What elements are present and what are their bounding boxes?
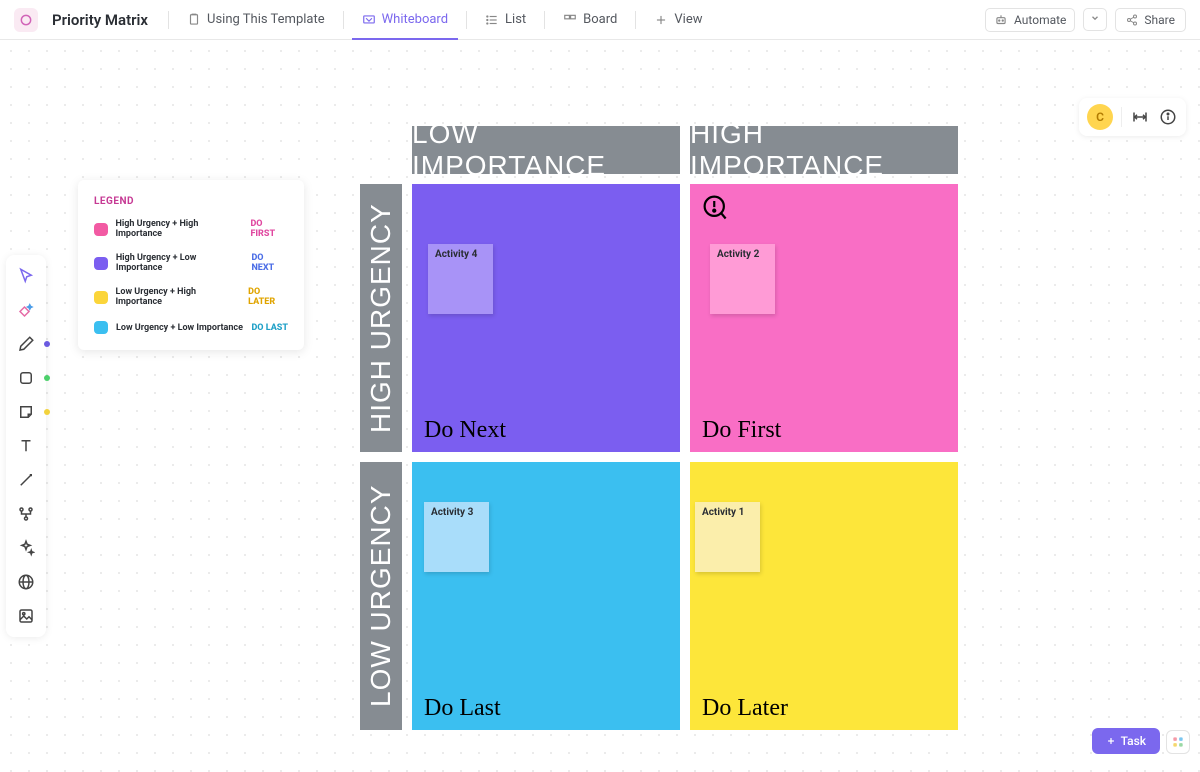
- automate-label: Automate: [1014, 13, 1066, 27]
- priority-matrix: LOW IMPORTANCE HIGH IMPORTANCE HIGH URGE…: [360, 126, 958, 730]
- quadrant-label: Do First: [702, 417, 781, 444]
- sparkles-icon: [17, 539, 35, 557]
- plus-icon: [1106, 736, 1116, 746]
- whiteboard-icon: [362, 13, 376, 27]
- tool-ai[interactable]: [11, 533, 41, 563]
- quadrant-do-last[interactable]: Activity 3 Do Last: [412, 462, 680, 730]
- legend-row: High Urgency + Low Importance DO NEXT: [94, 253, 288, 273]
- view-label: List: [505, 12, 526, 27]
- column-header-high-importance: HIGH IMPORTANCE: [690, 126, 958, 174]
- legend-row: Low Urgency + High Importance DO LATER: [94, 287, 288, 307]
- view-label: Board: [583, 12, 617, 27]
- tool-text[interactable]: [11, 431, 41, 461]
- tool-web[interactable]: [11, 567, 41, 597]
- view-whiteboard[interactable]: Whiteboard: [352, 0, 458, 40]
- legend-swatch: [94, 257, 108, 270]
- chevron-down-icon: [1090, 13, 1100, 23]
- quadrant-label: Do Last: [424, 695, 501, 722]
- legend-swatch: [94, 321, 108, 334]
- connector-icon: [17, 471, 35, 489]
- share-label: Share: [1144, 13, 1175, 27]
- tool-generate[interactable]: [11, 295, 41, 325]
- row-header-low-urgency: LOW URGENCY: [360, 462, 402, 730]
- quadrant-do-first[interactable]: Activity 2 Do First: [690, 184, 958, 452]
- image-icon: [17, 607, 35, 625]
- quadrant-do-later[interactable]: Activity 1 Do Later: [690, 462, 958, 730]
- divider: [343, 11, 344, 29]
- apps-button[interactable]: [1166, 730, 1190, 754]
- tool-sticky[interactable]: [11, 397, 41, 427]
- tool-select[interactable]: [11, 261, 41, 291]
- important-icon: [702, 194, 730, 222]
- share-icon: [1126, 14, 1138, 26]
- template-icon: [187, 13, 201, 27]
- view-list[interactable]: List: [475, 0, 536, 40]
- avatar[interactable]: C: [1087, 104, 1113, 130]
- square-icon: [17, 369, 35, 387]
- quadrant-do-next[interactable]: Activity 4 Do Next: [412, 184, 680, 452]
- tool-shape[interactable]: [11, 363, 41, 393]
- legend-row: Low Urgency + Low Importance DO LAST: [94, 321, 288, 334]
- automate-button[interactable]: Automate: [985, 8, 1075, 32]
- view-label: Using This Template: [207, 12, 325, 27]
- note-activity-2[interactable]: Activity 2: [710, 244, 775, 314]
- tool-relations[interactable]: [11, 499, 41, 529]
- fit-width-icon: [1131, 108, 1149, 126]
- tool-palette: [6, 255, 46, 637]
- view-label: View: [674, 12, 702, 27]
- board-icon: [563, 13, 577, 27]
- divider: [466, 11, 467, 29]
- row-header-high-urgency: HIGH URGENCY: [360, 184, 402, 452]
- relations-icon: [17, 505, 35, 523]
- info-button[interactable]: [1158, 107, 1178, 127]
- globe-icon: [17, 573, 35, 591]
- list-icon: [485, 13, 499, 27]
- legend-swatch: [94, 223, 108, 236]
- sticky-icon: [17, 403, 35, 421]
- column-header-low-importance: LOW IMPORTANCE: [412, 126, 680, 174]
- legend-title: LEGEND: [94, 196, 288, 207]
- divider: [635, 11, 636, 29]
- plus-icon: [654, 13, 668, 27]
- apps-icon: [1171, 735, 1185, 749]
- legend-card[interactable]: LEGEND High Urgency + High Importance DO…: [78, 180, 304, 350]
- task-label: Task: [1121, 734, 1146, 748]
- quadrant-label: Do Later: [702, 695, 788, 722]
- page-title: Priority Matrix: [52, 11, 148, 29]
- divider: [544, 11, 545, 29]
- text-icon: [17, 437, 35, 455]
- tool-image[interactable]: [11, 601, 41, 631]
- tool-connector[interactable]: [11, 465, 41, 495]
- view-board[interactable]: Board: [553, 0, 627, 40]
- sparkle-shape-icon: [17, 301, 35, 319]
- view-label: Whiteboard: [382, 12, 448, 27]
- share-button[interactable]: Share: [1115, 8, 1186, 32]
- view-using-template[interactable]: Using This Template: [177, 0, 335, 40]
- whiteboard-canvas[interactable]: C LEGEND High Urgency + High Importance …: [0, 40, 1200, 772]
- legend-row: High Urgency + High Importance DO FIRST: [94, 219, 288, 239]
- pen-icon: [17, 335, 35, 353]
- cursor-icon: [17, 267, 35, 285]
- automate-dropdown[interactable]: [1083, 8, 1107, 31]
- tool-pen[interactable]: [11, 329, 41, 359]
- presence-panel: C: [1079, 98, 1186, 136]
- robot-icon: [994, 13, 1008, 27]
- legend-swatch: [94, 291, 108, 304]
- divider: [168, 11, 169, 29]
- app-icon: [14, 8, 38, 32]
- note-activity-4[interactable]: Activity 4: [428, 244, 493, 314]
- add-task-button[interactable]: Task: [1092, 728, 1160, 754]
- info-icon: [1159, 108, 1177, 126]
- fit-width-button[interactable]: [1130, 107, 1150, 127]
- note-activity-3[interactable]: Activity 3: [424, 502, 489, 572]
- view-add[interactable]: View: [644, 0, 712, 40]
- topbar: Priority Matrix Using This Template Whit…: [0, 0, 1200, 40]
- quadrant-label: Do Next: [424, 417, 506, 444]
- note-activity-1[interactable]: Activity 1: [695, 502, 760, 572]
